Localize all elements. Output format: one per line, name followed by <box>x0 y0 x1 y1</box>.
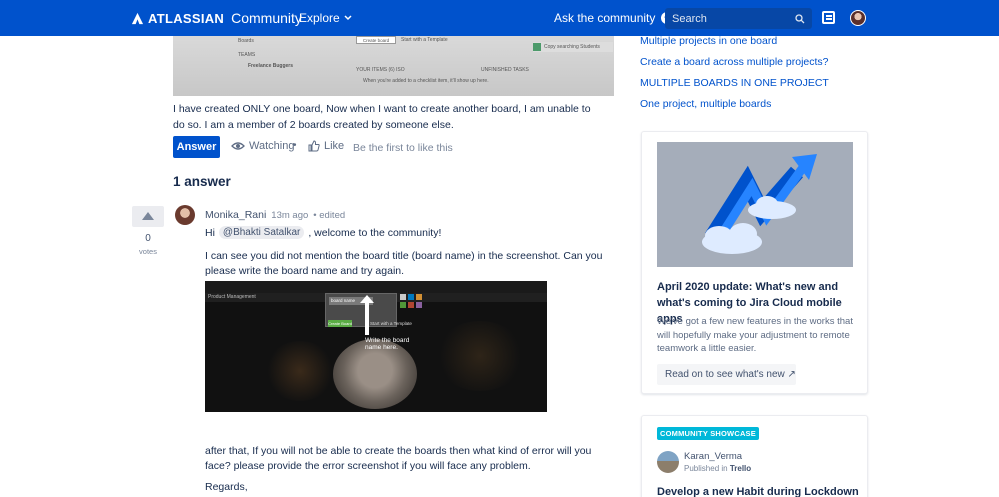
like-button[interactable]: Like <box>308 140 344 152</box>
like-label: Like <box>324 140 345 152</box>
screenshot-background-2 <box>435 321 525 391</box>
answer-signoff: Regards, <box>205 481 248 493</box>
related-link[interactable]: One project, multiple boards <box>640 98 771 110</box>
top-navigation-bar: ATLASSIAN Community Explore Ask the comm… <box>0 0 999 36</box>
related-link[interactable]: Multiple projects in one board <box>640 35 777 47</box>
ask-community-button[interactable]: Ask the community + <box>554 11 674 25</box>
question-screenshot: Boards Create board Start with a Templat… <box>173 36 614 96</box>
chart-arrow-illustration <box>702 154 817 254</box>
search-input[interactable]: Search <box>665 8 812 29</box>
thumbs-up-icon <box>308 140 320 152</box>
showcase-card[interactable]: COMMUNITY SHOWCASE Karan_Verma Published… <box>641 415 868 497</box>
answer-greeting-line: Hi @Bhakti Satalkar , welcome to the com… <box>205 226 441 239</box>
color-swatch <box>408 302 414 308</box>
action-separator: • <box>293 140 297 151</box>
answer-paragraph-2: after that, If you will not be able to c… <box>205 445 592 472</box>
ask-community-label: Ask the community <box>554 11 656 25</box>
answer-time: 13m ago <box>271 210 309 221</box>
brand-name: ATLASSIAN <box>148 10 225 26</box>
screenshot-teams: TEAMS <box>238 52 256 58</box>
arrow-up-icon <box>360 295 374 335</box>
showcase-author-avatar[interactable] <box>657 451 679 473</box>
color-swatch <box>400 294 406 300</box>
answer-author[interactable]: Monika_Rani <box>205 209 266 221</box>
greeting: Hi <box>205 226 215 239</box>
screenshot-tasks: UNFINISHED TASKS <box>481 67 529 73</box>
screenshot-board-item: Copy searching Students <box>533 42 613 52</box>
chevron-down-icon <box>344 15 352 21</box>
answers-heading: 1 answer <box>173 174 231 189</box>
screenshot-template-link: Start with a Template <box>370 321 412 326</box>
color-swatch <box>400 302 406 308</box>
atlassian-logo-icon <box>131 12 144 24</box>
screenshot-hint: When you're added to a checklist item, i… <box>363 78 489 84</box>
votes-label: votes <box>139 247 157 256</box>
brand-subtitle: Community <box>231 10 302 26</box>
search-placeholder: Search <box>672 12 707 25</box>
welcome-text: , welcome to the community! <box>308 226 442 239</box>
screenshot-template-text: Start with a Template <box>401 37 448 43</box>
answer-screenshot: Product Management board name Create Boa… <box>205 281 547 412</box>
showcase-author[interactable]: Karan_Verma <box>684 451 742 462</box>
answer-paragraph-1: I can see you did not mention the board … <box>205 250 603 277</box>
showcase-published: Published in Trello <box>684 464 752 473</box>
screenshot-create-button: Create Board <box>328 320 352 327</box>
color-swatch <box>416 302 422 308</box>
document-icon[interactable] <box>822 11 835 24</box>
screenshot-annotation: Write the board name here. <box>365 337 410 351</box>
user-mention[interactable]: @Bhakti Satalkar <box>218 226 305 239</box>
explore-label: Explore <box>299 11 340 25</box>
answer-button[interactable]: Answer <box>173 136 220 158</box>
question-body: I have created ONLY one board, Now when … <box>173 103 591 131</box>
color-swatch <box>416 294 422 300</box>
search-icon <box>795 13 805 23</box>
screenshot-create-board: Create board <box>356 36 396 44</box>
screenshot-topbar <box>205 281 547 293</box>
atlassian-community-logo[interactable]: ATLASSIAN Community <box>131 10 302 26</box>
watching-label: Watching <box>249 140 295 152</box>
first-like-text: Be the first to like this <box>353 142 453 154</box>
answer-edited: • edited <box>313 210 346 221</box>
explore-menu[interactable]: Explore <box>299 11 352 25</box>
screenshot-content: Boards Create board Start with a Templat… <box>173 36 614 96</box>
screenshot-text: Boards <box>238 38 254 44</box>
article-card[interactable]: April 2020 update: What's new and what's… <box>641 131 868 394</box>
user-avatar[interactable] <box>850 10 866 26</box>
showcase-title[interactable]: Develop a new Habit during Lockdown <box>657 486 859 497</box>
screenshot-team-name: Freelance Buggers <box>248 63 294 69</box>
related-link[interactable]: Create a board across multiple projects? <box>640 56 829 68</box>
article-description: We've got a few new features in the work… <box>657 316 853 354</box>
answer-author-avatar[interactable] <box>175 205 195 225</box>
related-link[interactable]: MULTIPLE BOARDS IN ONE PROJECT <box>640 77 829 89</box>
vote-count: 0 <box>145 233 151 244</box>
eye-icon <box>231 142 245 150</box>
watching-button[interactable]: Watching <box>231 140 294 152</box>
read-more-button[interactable]: Read on to see what's new ↗ <box>657 364 796 385</box>
color-swatch <box>408 294 414 300</box>
upvote-button[interactable] <box>132 206 164 227</box>
screenshot-your-items: YOUR ITEMS (6) ISO <box>356 67 405 73</box>
showcase-badge: COMMUNITY SHOWCASE <box>657 427 759 440</box>
answer-meta: Monika_Rani 13m ago • edited <box>205 209 345 221</box>
showcase-product[interactable]: Trello <box>730 464 751 473</box>
article-image <box>657 142 853 267</box>
screenshot-background <box>265 341 335 401</box>
